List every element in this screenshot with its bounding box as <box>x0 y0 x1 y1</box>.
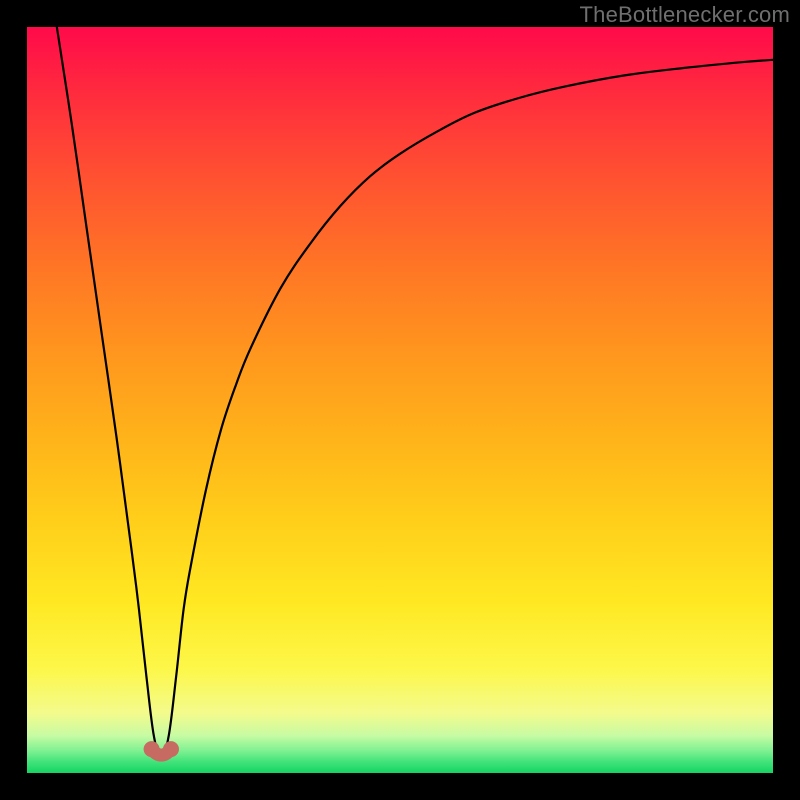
attribution-label: TheBottlenecker.com <box>580 2 790 28</box>
chart-frame: TheBottlenecker.com <box>0 0 800 800</box>
curve-layer <box>27 27 773 773</box>
optimum-marker-right <box>163 741 179 757</box>
bottleneck-curve <box>57 27 773 758</box>
plot-area <box>27 27 773 773</box>
optimum-marker-left <box>144 741 160 757</box>
